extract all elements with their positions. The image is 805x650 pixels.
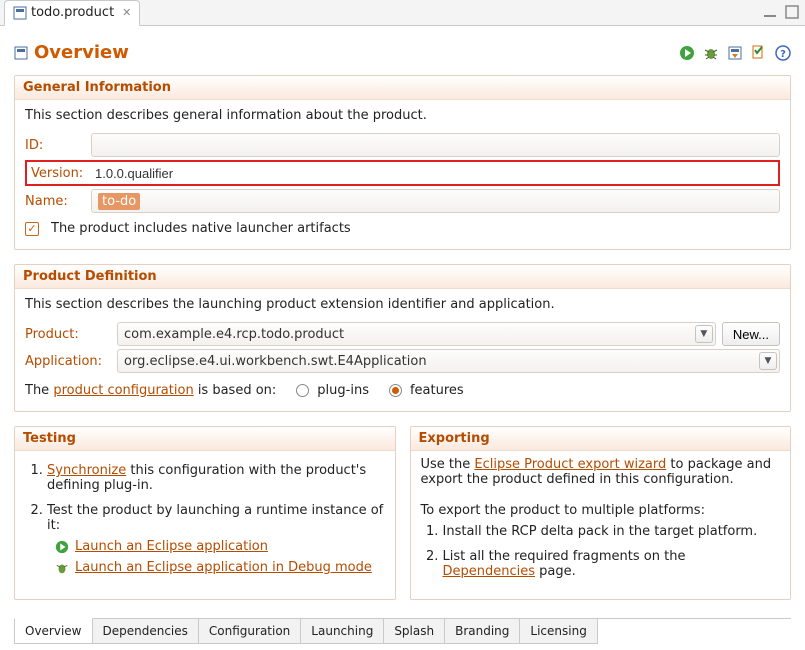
page-bottom-tabs: Overview Dependencies Configuration Laun… [14, 618, 791, 644]
row-native-artifacts: The product includes native launcher art… [25, 221, 780, 236]
page-header: Overview ? [14, 42, 791, 63]
tab-dependencies[interactable]: Dependencies [92, 619, 199, 644]
general-desc: This section describes general informati… [25, 108, 780, 123]
section-title-testing: Testing [15, 427, 395, 451]
testing-steps: Synchronize this configuration with the … [25, 463, 385, 575]
run-icon[interactable] [679, 45, 695, 61]
exporting-line2: To export the product to multiple platfo… [421, 503, 781, 518]
synchronize-link[interactable]: Synchronize [47, 463, 126, 478]
tab-overview[interactable]: Overview [14, 618, 93, 644]
section-testing: Testing Synchronize this configuration w… [14, 426, 396, 600]
maximize-icon[interactable] [785, 5, 799, 19]
radio-icon [389, 384, 402, 397]
export-wizard-link[interactable]: Eclipse Product export wizard [474, 457, 666, 472]
tab-launching[interactable]: Launching [300, 619, 384, 644]
id-field[interactable] [91, 133, 780, 157]
product-configuration-link[interactable]: product configuration [53, 383, 193, 398]
section-body-testing: Synchronize this configuration with the … [15, 451, 395, 595]
radio-icon [296, 384, 309, 397]
label-version: Version: [27, 166, 83, 181]
row-product: Product: com.example.e4.rcp.todo.product… [25, 322, 780, 346]
svg-text:?: ? [780, 49, 786, 60]
tab-branding[interactable]: Branding [444, 619, 520, 644]
section-body-exporting: Use the Eclipse Product export wizard to… [411, 451, 791, 599]
version-field[interactable] [89, 162, 778, 184]
label-name: Name: [25, 194, 85, 209]
testing-step-2: Test the product by launching a runtime … [47, 503, 385, 575]
radio-plugins[interactable]: plug-ins [296, 383, 369, 398]
based-on-text: The product configuration is based on: [25, 383, 276, 398]
debug-icon[interactable] [703, 45, 719, 61]
row-based-on: The product configuration is based on: p… [25, 383, 780, 398]
editor-tab[interactable]: todo.product ✕ [4, 0, 140, 26]
page-body: Overview ? General Information This sect… [0, 26, 805, 650]
name-value: to-do [98, 193, 140, 210]
validate-icon[interactable] [751, 45, 767, 61]
two-column-row: Testing Synchronize this configuration w… [14, 426, 791, 614]
section-exporting: Exporting Use the Eclipse Product export… [410, 426, 792, 600]
application-select[interactable]: org.eclipse.e4.ui.workbench.swt.E4Applic… [117, 349, 780, 373]
label-product: Product: [25, 327, 111, 342]
application-select-value: org.eclipse.e4.ui.workbench.swt.E4Applic… [124, 354, 427, 369]
tab-licensing[interactable]: Licensing [519, 619, 597, 644]
section-title-definition: Product Definition [15, 265, 790, 289]
section-general-information: General Information This section describ… [14, 75, 791, 250]
launch-run-row: Launch an Eclipse application [55, 539, 385, 554]
debug-icon [55, 561, 69, 575]
run-icon [55, 540, 69, 554]
section-title-general: General Information [15, 76, 790, 100]
exporting-step-2: List all the required fragments on the D… [443, 549, 781, 579]
exporting-step-1: Install the RCP delta pack in the target… [443, 524, 781, 539]
new-product-button[interactable]: New... [722, 322, 780, 346]
native-artifacts-checkbox[interactable] [25, 222, 39, 236]
minimize-icon[interactable] [763, 5, 777, 19]
section-product-definition: Product Definition This section describe… [14, 264, 791, 412]
page-title: Overview [14, 42, 129, 63]
tab-splash[interactable]: Splash [383, 619, 445, 644]
chevron-down-icon: ▼ [759, 352, 777, 370]
label-id: ID: [25, 138, 85, 153]
product-file-icon [13, 6, 27, 20]
label-application: Application: [25, 354, 111, 369]
definition-desc: This section describes the launching pro… [25, 297, 780, 312]
native-artifacts-label: The product includes native launcher art… [51, 221, 351, 236]
radio-features[interactable]: features [389, 383, 464, 398]
page-title-text: Overview [34, 42, 129, 63]
section-body-definition: This section describes the launching pro… [15, 289, 790, 411]
product-select[interactable]: com.example.e4.rcp.todo.product ▼ [117, 322, 716, 346]
dependencies-link[interactable]: Dependencies [443, 564, 536, 579]
close-icon[interactable]: ✕ [118, 6, 131, 19]
testing-step-1: Synchronize this configuration with the … [47, 463, 385, 493]
export-wizard-icon[interactable] [727, 45, 743, 61]
product-select-value: com.example.e4.rcp.todo.product [124, 327, 344, 342]
exporting-line1: Use the Eclipse Product export wizard to… [421, 457, 781, 487]
tab-configuration[interactable]: Configuration [198, 619, 301, 644]
section-title-exporting: Exporting [411, 427, 791, 451]
launch-run-link[interactable]: Launch an Eclipse application [75, 539, 268, 554]
radio-features-label: features [410, 383, 464, 398]
launch-debug-link[interactable]: Launch an Eclipse application in Debug m… [75, 560, 372, 575]
exporting-steps: Install the RCP delta pack in the target… [421, 524, 781, 579]
section-body-general: This section describes general informati… [15, 100, 790, 249]
page-toolbar: ? [679, 45, 791, 61]
editor-tabbar: todo.product ✕ [0, 0, 805, 26]
tabbar-controls [763, 5, 799, 19]
row-id: ID: [25, 133, 780, 157]
overview-icon [14, 46, 28, 60]
row-name: Name: to-do [25, 189, 780, 213]
help-icon[interactable]: ? [775, 45, 791, 61]
chevron-down-icon: ▼ [695, 325, 713, 343]
name-field[interactable]: to-do [91, 189, 780, 213]
row-application: Application: org.eclipse.e4.ui.workbench… [25, 349, 780, 373]
editor-tab-label: todo.product [31, 5, 114, 20]
launch-debug-row: Launch an Eclipse application in Debug m… [55, 560, 385, 575]
row-version: Version: [25, 160, 780, 186]
radio-plugins-label: plug-ins [317, 383, 369, 398]
